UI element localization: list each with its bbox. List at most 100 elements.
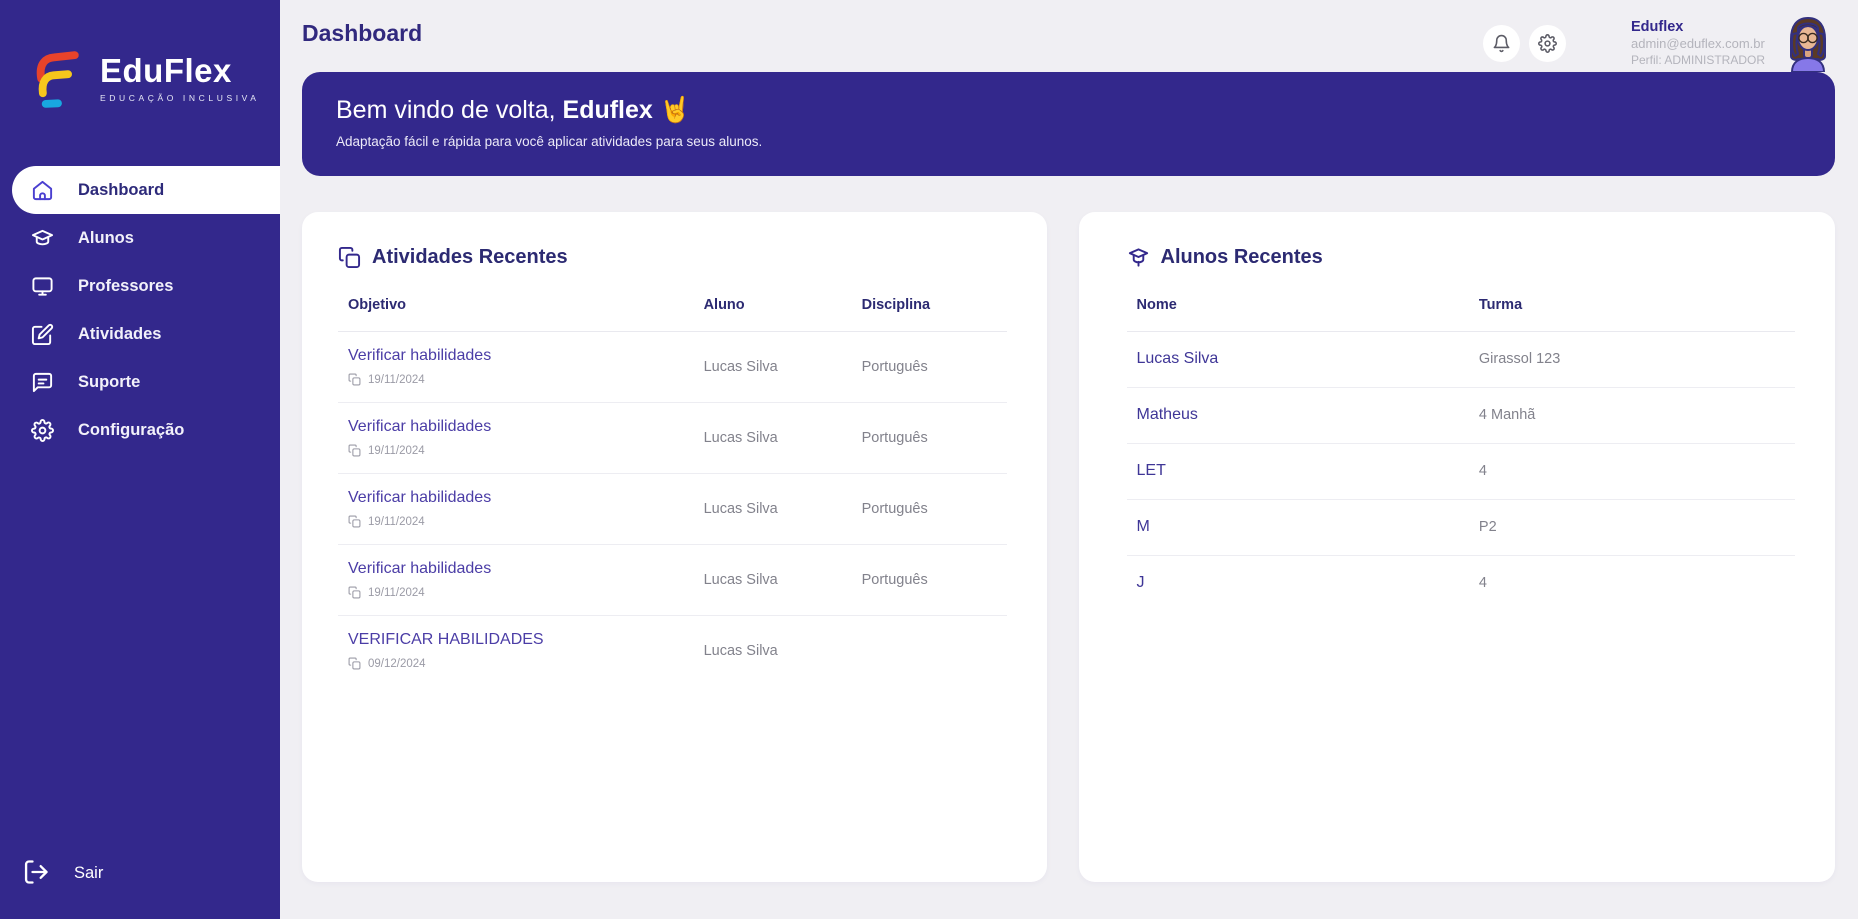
activity-student: Lucas Silva [703,500,778,517]
user-info[interactable]: Eduflex admin@eduflex.com.br Perfil: ADM… [1631,18,1765,67]
student-class: 4 [1478,463,1487,479]
col-objetivo: Objetivo [348,297,407,313]
recent-students-card: Alunos Recentes Nome Turma Lucas Silva G… [1078,212,1835,882]
activities-rows: Verificar habilidades 19/11/2024 Lucas S… [338,332,1007,686]
col-disciplina: Disciplina [861,297,931,313]
card-title: Alunos Recentes [1160,246,1323,268]
activity-link[interactable]: Verificar habilidades [348,418,704,436]
logout-button[interactable]: Sair [0,849,280,897]
student-name-link[interactable]: Lucas Silva [1137,350,1479,368]
activity-student: Lucas Silva [703,642,778,659]
edit-icon [30,322,54,346]
table-row[interactable]: Verificar habilidades 19/11/2024 Lucas S… [338,545,1007,616]
activity-date: 19/11/2024 [348,373,704,386]
user-name: Eduflex [1630,19,1684,36]
col-aluno: Aluno [703,297,745,313]
sidebar-item-configuracao[interactable]: Configuração [0,406,280,454]
student-class: 4 [1478,575,1487,591]
copy-pages-icon [338,246,361,269]
activity-date: 19/11/2024 [348,515,704,528]
topbar: Dashboard Eduflex admin@eduflex.com.br P… [280,0,1858,72]
table-row[interactable]: VERIFICAR HABILIDADES 09/12/2024 Lucas S… [338,616,1007,686]
sidebar-item-label: Alunos [78,228,134,247]
table-row[interactable]: LET 4 [1126,444,1795,500]
sidebar-nav: Dashboard Alunos Professores Atividades … [0,166,280,454]
student-name-link[interactable]: Matheus [1137,406,1479,424]
logout-icon [22,858,52,888]
students-table-header: Nome Turma [1126,297,1795,332]
sidebar-item-dashboard[interactable]: Dashboard [12,166,280,214]
col-nome: Nome [1136,297,1177,313]
eduflex-logo-icon [36,51,79,108]
welcome-name: Eduflex [562,96,653,124]
page-icon [348,515,361,528]
activity-student: Lucas Silva [703,358,778,375]
student-cap-icon [1127,246,1150,269]
avatar[interactable] [1782,14,1834,72]
student-name-link[interactable]: LET [1137,462,1479,480]
sidebar-item-label: Suporte [78,372,141,391]
page-icon [348,373,361,386]
sidebar-item-label: Dashboard [78,180,165,199]
main-content: Dashboard Eduflex admin@eduflex.com.br P… [280,0,1858,919]
table-row[interactable]: J 4 [1127,556,1796,611]
activity-subject: Português [861,429,928,446]
settings-button[interactable] [1528,24,1566,62]
sidebar-item-professores[interactable]: Professores [0,262,280,310]
page-icon [348,657,361,670]
activity-subject: Português [861,571,928,588]
sidebar-item-label: Professores [78,276,174,295]
students-table: Nome Turma Lucas Silva Girassol 123 Math… [1126,297,1796,611]
table-row[interactable]: Lucas Silva Girassol 123 [1126,332,1795,388]
student-name-link[interactable]: M [1137,518,1479,536]
user-email: admin@eduflex.com.br [1630,36,1765,52]
sidebar-item-label: Atividades [78,324,162,343]
welcome-banner: Bem vindo de volta, Eduflex 🤘 Adaptação … [302,72,1835,176]
activity-link[interactable]: Verificar habilidades [348,560,704,578]
chat-icon [30,370,54,394]
table-row[interactable]: Verificar habilidades 19/11/2024 Lucas S… [338,403,1007,474]
table-row[interactable]: M P2 [1126,500,1795,556]
notifications-button[interactable] [1482,24,1520,62]
activity-student: Lucas Silva [703,429,778,446]
recent-activities-card: Atividades Recentes Objetivo Aluno Disci… [302,212,1047,882]
monitor-icon [30,274,54,298]
page-icon [348,444,361,457]
activity-date: 19/11/2024 [348,586,704,599]
activity-date: 19/11/2024 [348,444,704,457]
students-rows: Lucas Silva Girassol 123 Matheus 4 Manhã… [1126,332,1796,611]
brand-logo: EduFlex EDUCAÇÃO INCLUSIVA [0,0,280,108]
page-title: Dashboard [302,20,423,46]
brand-name: EduFlex [100,51,232,89]
page-icon [348,586,361,599]
activity-subject: Português [861,358,928,375]
activity-subject: Português [861,500,928,517]
table-row[interactable]: Matheus 4 Manhã [1126,388,1795,444]
gear-icon [30,418,54,442]
activity-link[interactable]: Verificar habilidades [348,489,704,507]
student-class: Girassol 123 [1478,351,1561,367]
student-class: 4 Manhã [1478,407,1536,423]
bell-icon [1493,34,1510,52]
welcome-title: Bem vindo de volta, Eduflex 🤘 [336,96,691,124]
sidebar-item-suporte[interactable]: Suporte [0,358,280,406]
table-row[interactable]: Verificar habilidades 19/11/2024 Lucas S… [338,474,1007,545]
user-profile: Perfil: ADMINISTRADOR [1630,52,1765,67]
activity-link[interactable]: VERIFICAR HABILIDADES [348,631,704,649]
col-turma: Turma [1478,297,1523,313]
home-icon [30,178,54,202]
sidebar-item-atividades[interactable]: Atividades [0,310,280,358]
activity-student: Lucas Silva [703,571,778,588]
sidebar-item-label: Configuração [78,420,185,439]
activities-table-header: Objetivo Aluno Disciplina [338,297,1007,332]
gear-icon [1537,33,1557,53]
activities-table: Objetivo Aluno Disciplina Verificar habi… [338,297,1007,686]
table-row[interactable]: Verificar habilidades 19/11/2024 Lucas S… [338,332,1007,403]
sidebar-item-alunos[interactable]: Alunos [0,214,280,262]
card-title: Atividades Recentes [372,246,568,268]
activity-link[interactable]: Verificar habilidades [348,347,704,365]
logout-label: Sair [74,863,104,882]
welcome-subtitle: Adaptação fácil e rápida para você aplic… [336,134,763,149]
student-name-link[interactable]: J [1137,574,1479,592]
student-class: P2 [1478,519,1497,535]
